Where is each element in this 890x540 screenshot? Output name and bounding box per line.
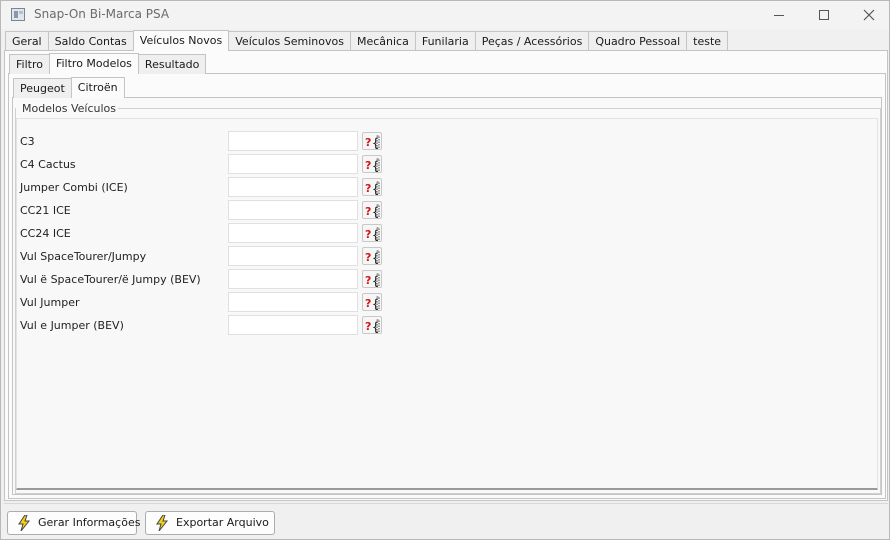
minimize-icon (774, 14, 784, 16)
model-row: Jumper Combi (ICE)?{ (1, 177, 401, 201)
model-label: CC24 ICE (20, 227, 71, 240)
maximize-button[interactable] (801, 1, 847, 29)
svg-text:{: { (372, 320, 379, 334)
svg-text:?: ? (365, 228, 371, 241)
model-input[interactable] (228, 269, 358, 289)
lightning-icon (155, 514, 169, 539)
svg-text:?: ? (365, 136, 371, 149)
model-input[interactable] (228, 315, 358, 335)
svg-text:{: { (372, 228, 379, 242)
help-lookup-icon: ?{ (365, 227, 380, 242)
tab-quadro-pessoal[interactable]: Quadro Pessoal (588, 31, 688, 51)
model-row: C4 Cactus?{ (1, 154, 401, 178)
model-label: Jumper Combi (ICE) (20, 181, 128, 194)
tab-veiculos-seminovos[interactable]: Veículos Seminovos (228, 31, 351, 51)
svg-text:{: { (372, 205, 379, 219)
model-lookup-button[interactable]: ?{ (362, 316, 382, 334)
help-lookup-icon: ?{ (365, 319, 380, 334)
model-row: Vul SpaceTourer/Jumpy?{ (1, 246, 401, 270)
model-lookup-button[interactable]: ?{ (362, 270, 382, 288)
model-row: CC21 ICE?{ (1, 200, 401, 224)
model-input[interactable] (228, 177, 358, 197)
close-icon (863, 9, 875, 21)
model-input[interactable] (228, 246, 358, 266)
model-input[interactable] (228, 200, 358, 220)
group-box-top-border (106, 108, 881, 109)
tab-pecas-acessorios[interactable]: Peças / Acessórios (474, 31, 590, 51)
svg-text:?: ? (365, 274, 371, 287)
window-title: Snap-On Bi-Marca PSA (34, 7, 170, 21)
svg-text:{: { (372, 159, 379, 173)
model-lookup-button[interactable]: ?{ (362, 293, 382, 311)
help-lookup-icon: ?{ (365, 250, 380, 265)
title-bar: Snap-On Bi-Marca PSA (1, 1, 889, 29)
help-lookup-icon: ?{ (365, 296, 380, 311)
model-input[interactable] (228, 131, 358, 151)
model-input[interactable] (228, 154, 358, 174)
model-row: Vul ë SpaceTourer/ë Jumpy (BEV)?{ (1, 269, 401, 293)
minimize-button[interactable] (756, 1, 802, 29)
model-label: Vul Jumper (20, 296, 80, 309)
sub-tab-bar: Filtro Filtro Modelos Resultado (9, 53, 207, 74)
svg-text:?: ? (365, 159, 371, 172)
model-lookup-button[interactable]: ?{ (362, 132, 382, 150)
tab-filtro-modelos[interactable]: Filtro Modelos (48, 53, 139, 74)
svg-text:?: ? (365, 205, 371, 218)
model-label: C4 Cactus (20, 158, 76, 171)
tab-citroen[interactable]: Citroën (70, 77, 125, 98)
model-input[interactable] (228, 292, 358, 312)
main-tab-bar: Geral Saldo Contas Veículos Novos Veícul… (5, 30, 729, 51)
help-lookup-icon: ?{ (365, 273, 380, 288)
gerar-informacoes-button[interactable]: Gerar Informações (7, 511, 141, 535)
model-label: Vul SpaceTourer/Jumpy (20, 250, 147, 263)
model-label: C3 (20, 135, 35, 148)
tab-resultado[interactable]: Resultado (137, 54, 207, 74)
svg-text:{: { (372, 297, 379, 311)
tab-peugeot[interactable]: Peugeot (13, 78, 72, 98)
tab-veiculos-novos[interactable]: Veículos Novos (132, 30, 230, 51)
model-lookup-button[interactable]: ?{ (362, 155, 382, 173)
tab-filtro[interactable]: Filtro (9, 54, 50, 74)
help-lookup-icon: ?{ (365, 181, 380, 196)
group-box-title: Modelos Veículos (22, 102, 119, 115)
model-row: CC24 ICE?{ (1, 223, 401, 247)
svg-text:?: ? (365, 297, 371, 310)
close-button[interactable] (846, 1, 890, 29)
svg-text:?: ? (365, 251, 371, 264)
svg-text:{: { (372, 274, 379, 288)
help-lookup-icon: ?{ (365, 204, 380, 219)
model-label: Vul e Jumper (BEV) (20, 319, 124, 332)
model-row: C3?{ (1, 131, 401, 155)
app-icon (11, 8, 25, 21)
model-row: Vul e Jumper (BEV)?{ (1, 315, 401, 339)
tab-saldo-contas[interactable]: Saldo Contas (47, 31, 134, 51)
help-lookup-icon: ?{ (365, 158, 380, 173)
exportar-arquivo-label: Exportar Arquivo (176, 516, 269, 529)
svg-text:?: ? (365, 182, 371, 195)
bottom-separator (4, 503, 888, 504)
model-lookup-button[interactable]: ?{ (362, 201, 382, 219)
maximize-icon (819, 10, 829, 20)
gerar-informacoes-label: Gerar Informações (38, 516, 141, 529)
lightning-icon (17, 514, 31, 539)
model-lookup-button[interactable]: ?{ (362, 247, 382, 265)
exportar-arquivo-button[interactable]: Exportar Arquivo (145, 511, 275, 535)
model-lookup-button[interactable]: ?{ (362, 224, 382, 242)
tab-funilaria[interactable]: Funilaria (414, 31, 476, 51)
model-input[interactable] (228, 223, 358, 243)
tab-geral[interactable]: Geral (5, 31, 49, 51)
svg-text:{: { (372, 136, 379, 150)
svg-text:?: ? (365, 320, 371, 333)
brand-tab-bar: Peugeot Citroën (13, 77, 125, 98)
app-window: Snap-On Bi-Marca PSA Geral Saldo Contas … (0, 0, 890, 540)
help-lookup-icon: ?{ (365, 135, 380, 150)
tab-mecanica[interactable]: Mecânica (349, 31, 416, 51)
model-row: Vul Jumper?{ (1, 292, 401, 316)
model-label: CC21 ICE (20, 204, 71, 217)
svg-text:{: { (372, 251, 379, 265)
model-label: Vul ë SpaceTourer/ë Jumpy (BEV) (20, 273, 201, 286)
tab-teste[interactable]: teste (686, 31, 729, 51)
svg-text:{: { (372, 182, 379, 196)
model-lookup-button[interactable]: ?{ (362, 178, 382, 196)
